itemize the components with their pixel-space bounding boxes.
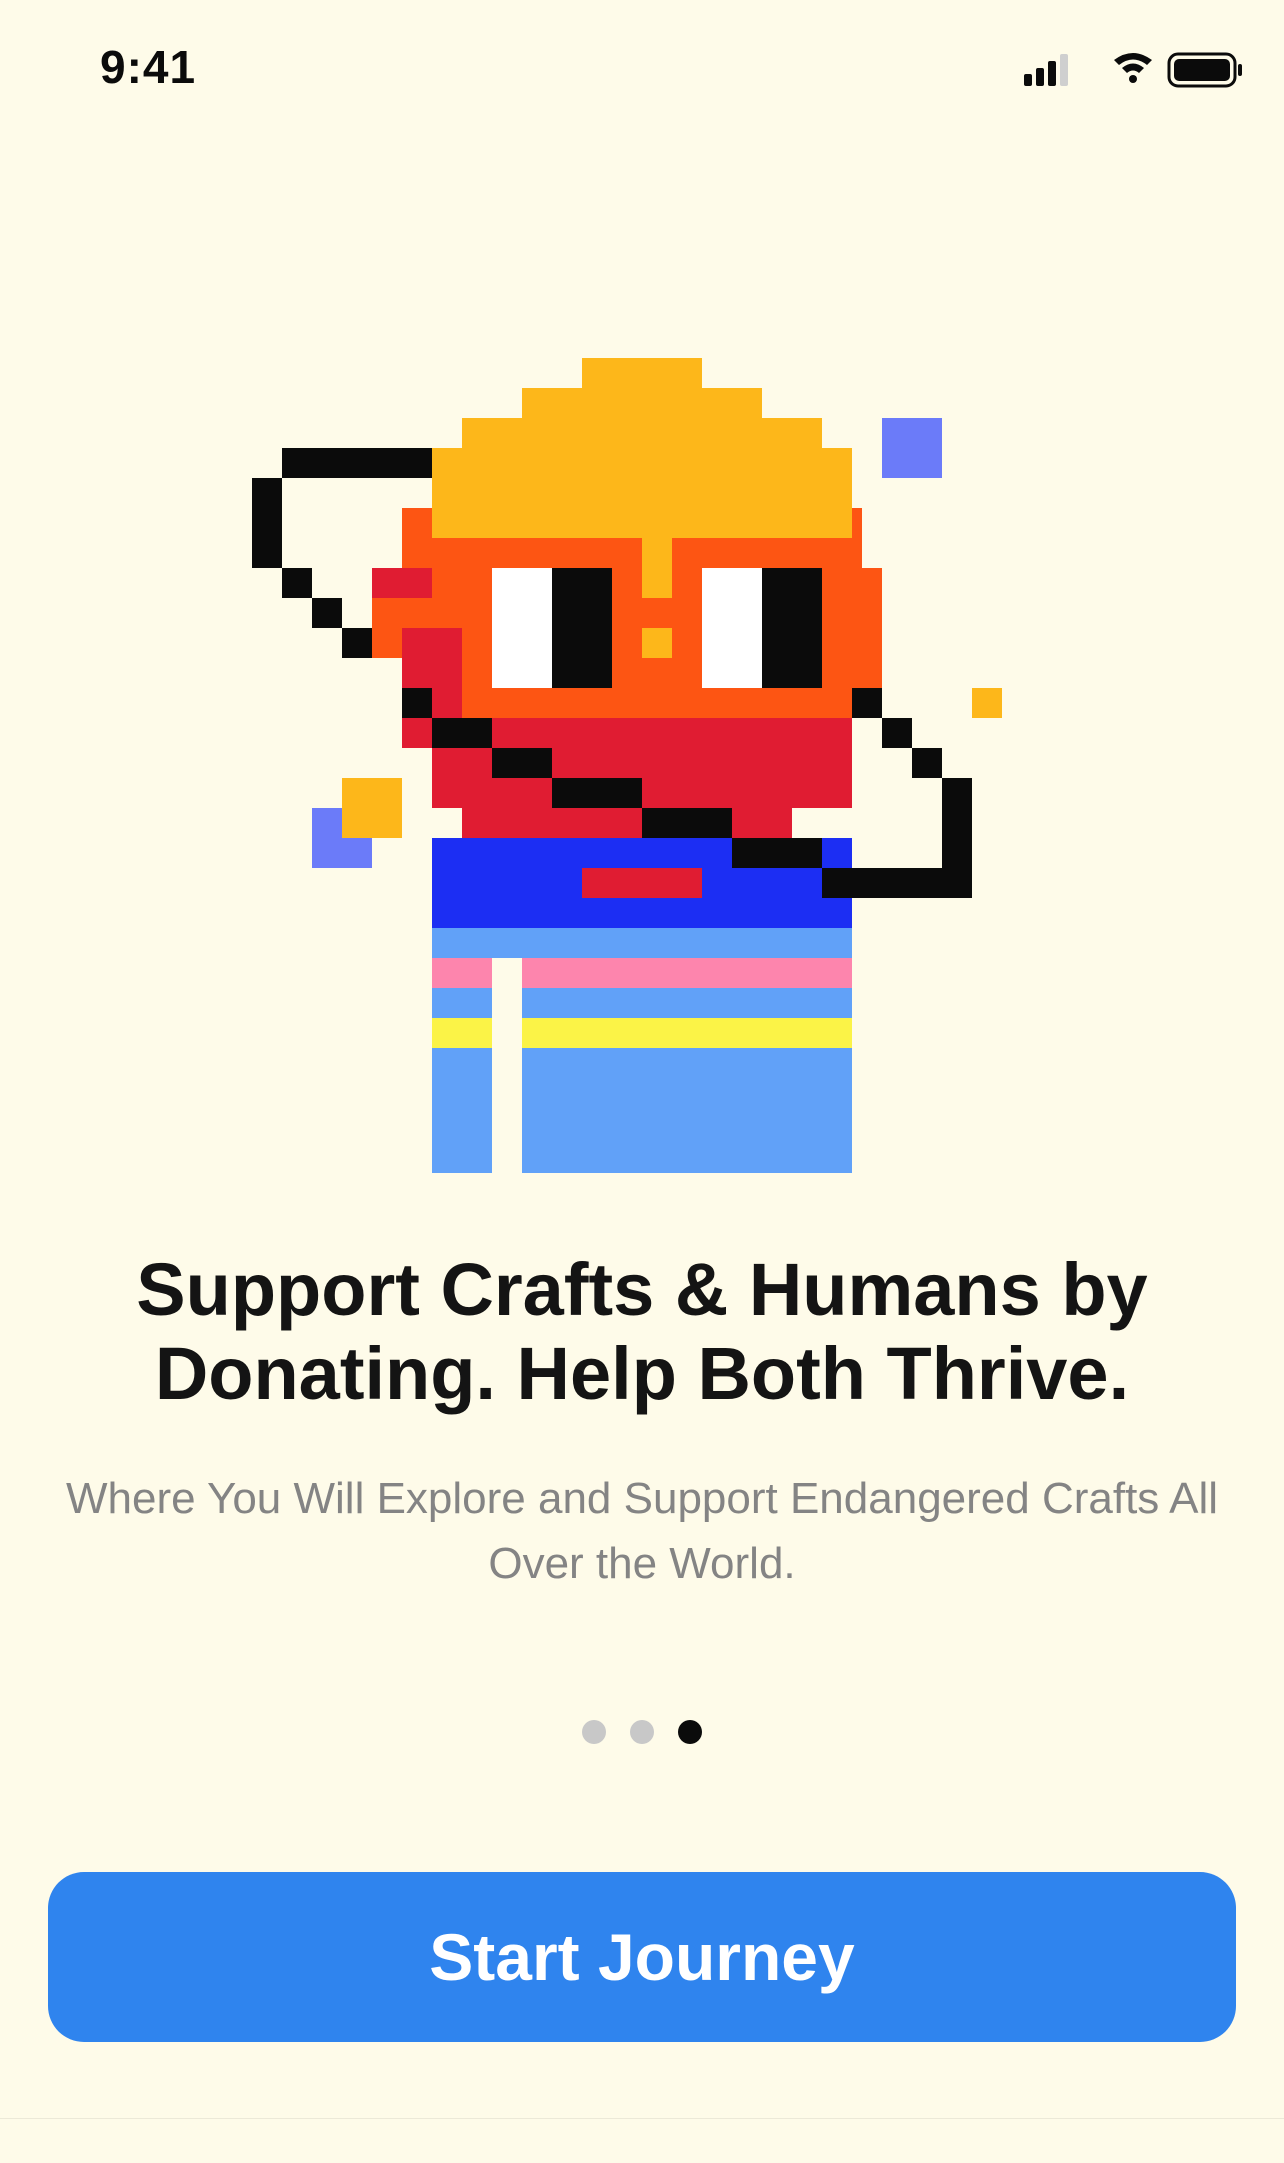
wifi-icon bbox=[1114, 53, 1152, 83]
hair-fringe bbox=[432, 508, 852, 538]
cheek bbox=[372, 568, 432, 598]
page-dot-1[interactable] bbox=[582, 1720, 606, 1744]
bottom-divider bbox=[0, 2118, 1284, 2119]
page-indicator bbox=[0, 1720, 1284, 1746]
confetti-yellow-small bbox=[972, 688, 1002, 718]
status-bar: 9:41 bbox=[0, 0, 1284, 140]
signal-icon bbox=[1024, 54, 1068, 86]
nose bbox=[642, 538, 672, 598]
pants bbox=[432, 928, 852, 1173]
status-time: 9:41 bbox=[100, 41, 197, 93]
onboarding-subtitle: Where You Will Explore and Support Endan… bbox=[66, 1474, 1218, 1588]
onboarding-title: Support Crafts & Humans by Donating. Hel… bbox=[136, 1248, 1148, 1415]
nose-dot bbox=[642, 628, 672, 658]
pixel-character-illustration bbox=[252, 358, 1002, 1173]
page-dot-2[interactable] bbox=[630, 1720, 654, 1744]
confetti-yellow-left bbox=[342, 778, 402, 838]
start-journey-button[interactable]: Start Journey bbox=[48, 1872, 1236, 2042]
battery-icon bbox=[1167, 52, 1242, 88]
confetti-purple-top bbox=[882, 418, 942, 478]
status-icons bbox=[1024, 52, 1242, 88]
page-dot-3-active[interactable] bbox=[678, 1720, 702, 1744]
